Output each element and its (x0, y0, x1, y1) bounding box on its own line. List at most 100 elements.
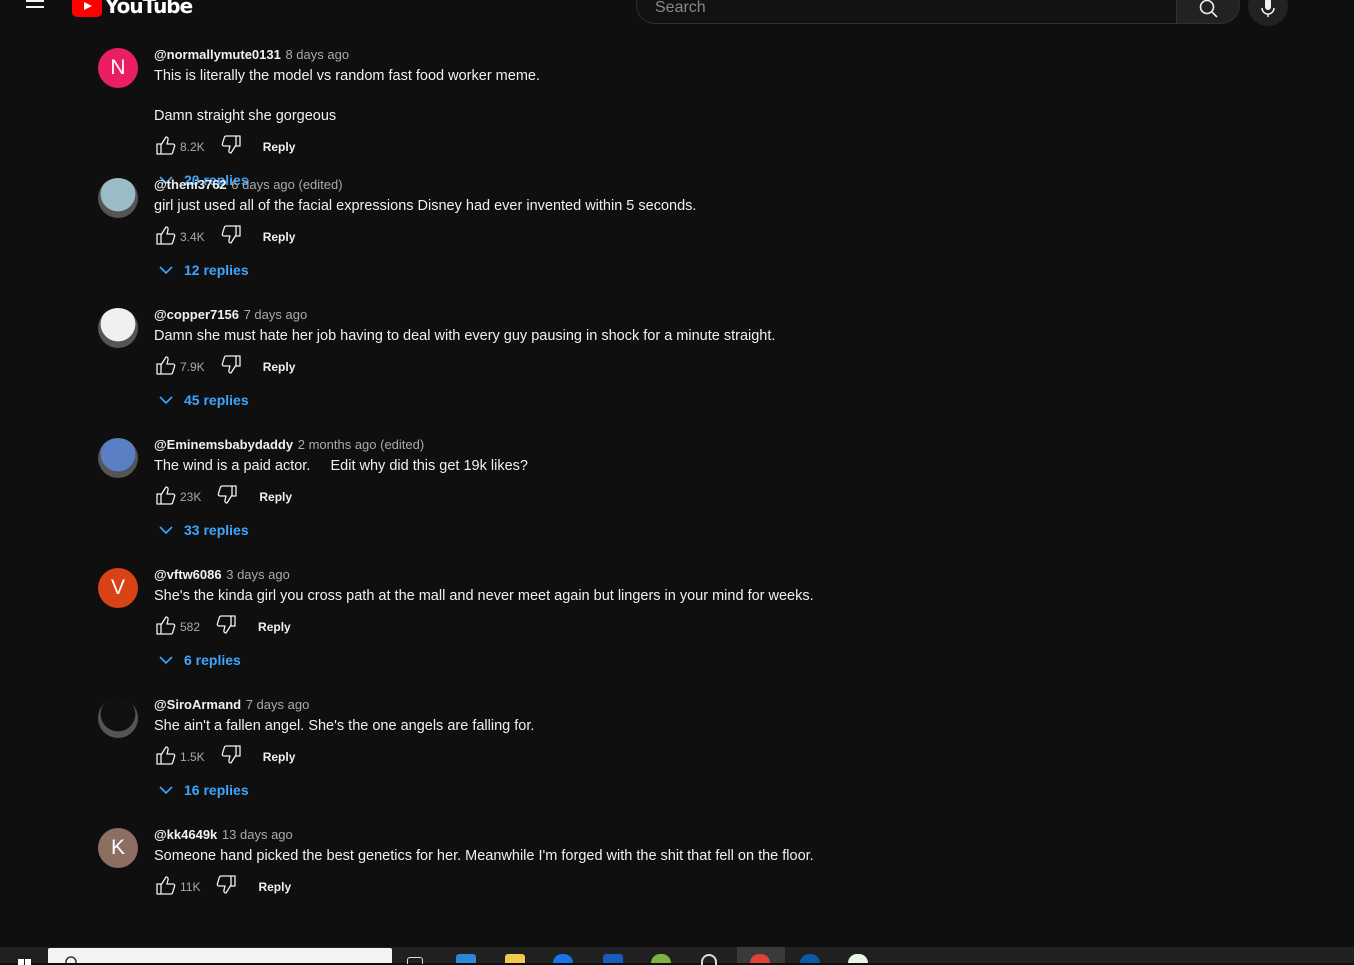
avatar[interactable] (98, 698, 138, 738)
avatar[interactable]: V (98, 568, 138, 608)
search-input[interactable] (653, 0, 1157, 18)
reply-button[interactable]: Reply (263, 360, 296, 374)
photos-icon[interactable] (651, 954, 671, 963)
top-bar: YouTube (0, 0, 1354, 30)
like-button[interactable] (154, 745, 178, 770)
reply-button[interactable]: Reply (258, 880, 291, 894)
file-explorer-icon[interactable] (505, 954, 525, 963)
taskbar-search-box[interactable] (48, 948, 392, 963)
chevron-down-icon (159, 786, 173, 795)
thumbs-up-icon (155, 615, 177, 640)
windows-start-icon[interactable] (18, 957, 32, 965)
comment-text: She ain't a fallen angel. She's the one … (154, 718, 535, 734)
dislike-button[interactable] (214, 614, 238, 640)
comment-author[interactable]: @vftw6086 (154, 567, 222, 582)
like-button[interactable] (154, 225, 178, 248)
comment-actions: 8.2K Reply (154, 134, 998, 160)
clip-icon[interactable] (701, 954, 717, 965)
dislike-button[interactable] (215, 484, 239, 508)
store-icon[interactable] (456, 954, 476, 963)
comment-text: The wind is a paid actor. Edit why did t… (154, 458, 528, 474)
comment-body: @copper7156 7 days ago Damn she must hat… (154, 304, 998, 414)
comment-timestamp[interactable]: 7 days ago (244, 307, 308, 322)
comment-author[interactable]: @Eminemsbabydaddy (154, 437, 293, 452)
like-button[interactable] (154, 875, 178, 898)
comment-author[interactable]: @theni3762 (154, 177, 227, 192)
chevron-down-icon (159, 266, 173, 275)
chevron-down-icon (159, 396, 173, 405)
comment-timestamp[interactable]: 8 days ago (285, 47, 349, 62)
comment-header: @normallymute0131 8 days ago (154, 44, 998, 66)
avatar[interactable] (98, 308, 138, 348)
thumbs-down-icon (220, 134, 242, 160)
comment-author[interactable]: @kk4649k (154, 827, 217, 842)
comment-header: @copper7156 7 days ago (154, 304, 998, 326)
view-replies-button[interactable]: 12 replies (158, 256, 998, 284)
xbox-icon[interactable] (848, 954, 868, 963)
comment-thread: @SiroArmand 7 days ago She ain't a falle… (98, 694, 998, 824)
comment-header: @theni3762 6 days ago (edited) (154, 174, 998, 196)
thumbs-down-icon (215, 614, 237, 640)
menu-icon[interactable] (24, 0, 48, 14)
thumbs-up-icon (155, 485, 177, 510)
dislike-button[interactable] (219, 354, 243, 378)
comment-author[interactable]: @copper7156 (154, 307, 239, 322)
view-replies-button[interactable]: 6 replies (158, 646, 998, 674)
edge-icon[interactable] (800, 954, 820, 963)
comment-actions: 7.9K Reply (154, 354, 998, 378)
comment-author[interactable]: @normallymute0131 (154, 47, 281, 62)
reply-button[interactable]: Reply (263, 750, 296, 764)
thumbs-up-icon (155, 745, 177, 770)
comment-body: @SiroArmand 7 days ago She ain't a falle… (154, 694, 998, 804)
dislike-button[interactable] (219, 224, 243, 248)
avatar[interactable]: N (98, 48, 138, 88)
comment-timestamp[interactable]: 2 months ago (edited) (298, 437, 424, 452)
search-button[interactable] (1176, 0, 1240, 24)
like-count: 3.4K (180, 230, 205, 244)
comment-text: girl just used all of the facial express… (154, 198, 697, 214)
comment-timestamp[interactable]: 13 days ago (222, 827, 293, 842)
comment-timestamp[interactable]: 6 days ago (edited) (231, 177, 342, 192)
reply-button[interactable]: Reply (259, 490, 292, 504)
comment-thread: N @normallymute0131 8 days ago This is l… (98, 44, 998, 188)
comment-timestamp[interactable]: 3 days ago (226, 567, 290, 582)
view-replies-button[interactable]: 45 replies (158, 386, 998, 414)
dislike-button[interactable] (219, 134, 243, 160)
avatar[interactable]: K (98, 828, 138, 868)
like-count: 1.5K (180, 750, 205, 764)
voice-search-button[interactable] (1248, 0, 1288, 26)
comment-author[interactable]: @SiroArmand (154, 697, 241, 712)
comment-body: @normallymute0131 8 days ago This is lit… (154, 44, 998, 194)
like-count: 8.2K (180, 140, 205, 154)
word-icon[interactable] (603, 954, 623, 963)
view-replies-button[interactable]: 16 replies (158, 776, 998, 804)
dislike-button[interactable] (219, 744, 243, 770)
like-button[interactable] (154, 485, 178, 510)
comment-actions: 1.5K Reply (154, 744, 998, 770)
like-button[interactable] (154, 135, 178, 158)
taskbar-search-icon (65, 956, 77, 963)
replies-count-label: 45 replies (184, 392, 249, 408)
chrome-icon[interactable] (750, 954, 770, 963)
view-replies-button[interactable]: 33 replies (158, 516, 998, 544)
thumbs-down-icon (220, 744, 242, 770)
like-button[interactable] (154, 615, 178, 640)
dislike-button[interactable] (214, 874, 238, 898)
comment-thread: @Eminemsbabydaddy 2 months ago (edited) … (98, 434, 998, 564)
comment-thread: @theni3762 6 days ago (edited) girl just… (98, 174, 998, 304)
search-box (636, 0, 1176, 24)
reply-button[interactable]: Reply (263, 140, 296, 154)
avatar-letter: V (110, 576, 125, 599)
comment-actions: 23K Reply (154, 484, 998, 510)
mail-icon[interactable] (553, 954, 573, 963)
youtube-logo[interactable]: YouTube (72, 0, 193, 20)
avatar[interactable] (98, 438, 138, 478)
comment-timestamp[interactable]: 7 days ago (246, 697, 310, 712)
mic-icon (1261, 0, 1275, 17)
reply-button[interactable]: Reply (258, 620, 291, 634)
reply-button[interactable]: Reply (263, 230, 296, 244)
comment-thread: K @kk4649k 13 days ago Someone hand pick… (98, 824, 998, 954)
like-button[interactable] (154, 355, 178, 378)
avatar-letter: N (110, 56, 126, 79)
avatar[interactable] (98, 178, 138, 218)
